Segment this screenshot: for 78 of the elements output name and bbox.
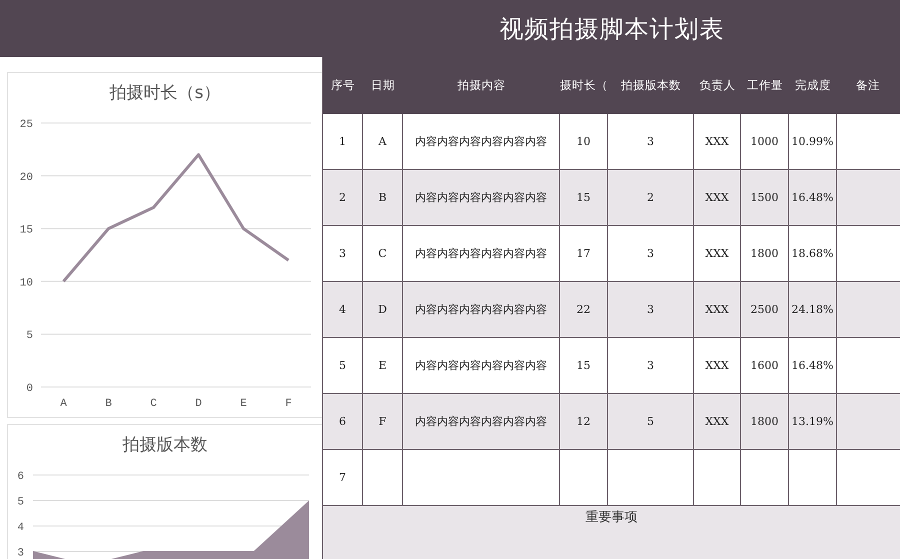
table-cell: 22 [560, 282, 608, 337]
table-cell: 10.99% [789, 114, 837, 169]
column-header: 摄时长（ [560, 77, 608, 94]
table-cell: XXX [694, 226, 741, 281]
table-cell: A [363, 114, 403, 169]
table-cell: B [363, 170, 403, 225]
table-cell: 3 [608, 226, 694, 281]
y-tick-label: 5 [17, 496, 24, 508]
table-cell: 10 [560, 114, 608, 169]
column-header: 完成度 [794, 77, 832, 94]
y-tick-label: 3 [17, 548, 24, 559]
table-cell: 1800 [741, 226, 789, 281]
table-cell: 5 [323, 338, 363, 393]
chart-title: 拍摄版本数 [122, 434, 208, 457]
y-tick-label: 10 [20, 277, 33, 290]
table-cell: 4 [323, 282, 363, 337]
table-cell: 6 [323, 394, 363, 449]
column-header: 拍摄版本数 [620, 77, 682, 94]
column-header: 拍摄内容 [456, 77, 506, 94]
table-cell: 18.68% [789, 226, 837, 281]
table-cell: 1600 [741, 338, 789, 393]
table-cell: 3 [608, 338, 694, 393]
column-header: 备注 [855, 77, 881, 94]
column-header: 日期 [370, 77, 396, 94]
table-cell: 3 [608, 114, 694, 169]
table-cell: 13.19% [789, 394, 837, 449]
y-tick-label: 20 [20, 172, 33, 184]
y-tick-label: 15 [20, 224, 33, 237]
table-cell: C [363, 226, 403, 281]
y-tick-label: 0 [26, 383, 33, 395]
table-cell: 15 [560, 170, 608, 225]
y-tick-label: 25 [20, 119, 33, 131]
column-header: 负责人 [698, 77, 736, 94]
table-cell: 内容内容内容内容内容内容 [403, 394, 560, 449]
table-cell: XXX [694, 170, 741, 225]
column-header: 工作量 [746, 77, 784, 94]
table-cell: 内容内容内容内容内容内容 [403, 114, 560, 169]
table-cell: E [363, 338, 403, 393]
table-cell: F [363, 394, 403, 449]
table-cell: 内容内容内容内容内容内容 [403, 338, 560, 393]
table-cell: 1000 [741, 114, 789, 169]
x-tick-label: C [150, 398, 157, 410]
table-cell: 内容内容内容内容内容内容 [403, 282, 560, 337]
x-tick-label: E [240, 398, 247, 410]
table-cell: 16.48% [789, 170, 837, 225]
x-tick-label: D [195, 398, 202, 410]
table-cell: 15 [560, 338, 608, 393]
table-cell: D [363, 282, 403, 337]
table-cell: 3 [323, 226, 363, 281]
table-cell: 内容内容内容内容内容内容 [403, 226, 560, 281]
y-tick-label: 6 [17, 471, 24, 483]
table-cell: 17 [560, 226, 608, 281]
table-cell: XXX [694, 282, 741, 337]
table-cell: XXX [694, 338, 741, 393]
x-tick-label: B [105, 398, 112, 410]
table-cell: 内容内容内容内容内容内容 [403, 170, 560, 225]
table-cell: 5 [608, 394, 694, 449]
notes-label: 重要事项 [586, 509, 638, 526]
table-cell: XXX [694, 114, 741, 169]
table-cell: XXX [694, 394, 741, 449]
table-cell: 1800 [741, 394, 789, 449]
chart-title: 拍摄时长（s） [108, 82, 222, 105]
column-header: 序号 [330, 77, 356, 94]
table-cell: 12 [560, 394, 608, 449]
table-cell: 2 [323, 170, 363, 225]
table-cell: 24.18% [789, 282, 837, 337]
page-title: 视频拍摄脚本计划表 [498, 14, 726, 44]
table-cell: 1500 [741, 170, 789, 225]
table-cell: 2 [608, 170, 694, 225]
y-tick-label: 4 [17, 522, 24, 534]
table-cell: 7 [323, 450, 363, 505]
x-tick-label: F [285, 398, 292, 410]
table-cell: 2500 [741, 282, 789, 337]
table-cell: 1 [323, 114, 363, 169]
table-cell: 3 [608, 282, 694, 337]
y-tick-label: 5 [26, 330, 33, 342]
table-cell: 16.48% [789, 338, 837, 393]
x-tick-label: A [60, 398, 67, 410]
